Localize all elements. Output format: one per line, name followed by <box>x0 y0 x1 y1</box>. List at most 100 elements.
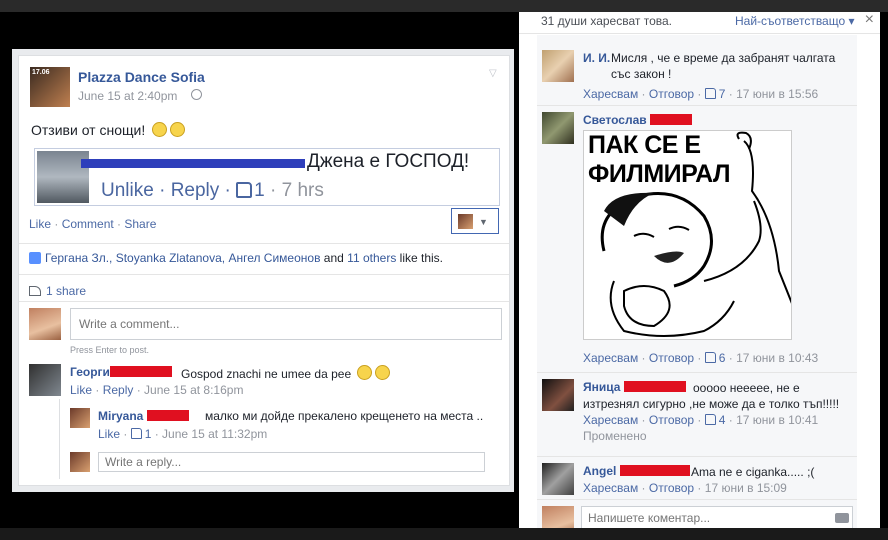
reply-thread-line <box>59 399 60 479</box>
reply-avatar[interactable] <box>70 408 90 428</box>
shares-count: 1 share <box>46 284 87 298</box>
screenshot-comment-text: Джена е ГОСПОД! <box>307 151 470 172</box>
comment-time[interactable]: 17 юни в 15:56 <box>736 87 818 101</box>
page-avatar[interactable]: 17.06 <box>30 67 70 107</box>
sort-dropdown[interactable]: Най-съответстващо ▾ <box>735 14 855 28</box>
divider <box>19 243 509 244</box>
comment-like-link[interactable]: Харесвам <box>583 413 638 427</box>
redaction-bar <box>109 366 172 377</box>
thumbs-up-icon <box>704 88 716 99</box>
screenshot-time: 7 hrs <box>281 180 324 201</box>
divider <box>19 274 509 275</box>
reply-author-name[interactable]: Miryana <box>98 409 189 423</box>
comment-meta: Харесвам · Отговор · 6 · 17 юни в 10:43 <box>583 351 819 365</box>
reply-field[interactable] <box>99 453 484 471</box>
post-timestamp[interactable]: June 15 at 2:40pm <box>78 89 177 103</box>
likes-and: and <box>323 251 344 265</box>
comment-reply-link[interactable]: Отговор <box>649 413 694 427</box>
background-bottom <box>0 528 888 540</box>
page-name-link[interactable]: Plazza Dance Sofia <box>78 69 205 85</box>
comment-time[interactable]: 17 юни в 15:09 <box>705 481 787 495</box>
comment-text: Ama ne e ciganka..... ;( <box>691 465 815 479</box>
viewer-selector-button[interactable]: ▼ <box>451 208 499 234</box>
edited-label[interactable]: Променено <box>583 429 647 443</box>
comment-like-link[interactable]: Харесвам <box>583 351 638 365</box>
commenter-name[interactable]: Георги <box>70 365 172 379</box>
thumbs-up-icon <box>130 428 142 439</box>
comment-like-count[interactable]: 4 <box>719 413 726 427</box>
commenter-avatar[interactable] <box>542 379 574 411</box>
commenter-name[interactable]: Светослав <box>583 113 692 127</box>
comment-like-count[interactable]: 6 <box>719 351 726 365</box>
divider <box>537 499 857 500</box>
redaction-bar <box>619 465 690 476</box>
commenter-avatar[interactable] <box>542 50 574 82</box>
thumbs-up-icon <box>236 182 253 198</box>
reply-meta: Like · 1 · June 15 at 11:32pm <box>98 427 268 441</box>
comment-time[interactable]: June 15 at 8:16pm <box>144 383 243 397</box>
comment-meta: Харесвам · Отговор · 17 юни в 15:09 <box>583 481 787 495</box>
thumbs-up-icon <box>704 352 716 363</box>
like-link[interactable]: Like <box>29 217 51 231</box>
comment-reply-link[interactable]: Reply <box>103 383 134 397</box>
screenshot-actions: Unlike · Reply · 1 · 7 hrs <box>101 180 324 201</box>
reply-input-avatar <box>70 452 90 472</box>
divider <box>537 105 857 106</box>
comment-thread: И. И. Мисля , че е време да забранят чал… <box>537 35 857 538</box>
current-user-avatar <box>29 308 61 340</box>
embedded-screenshot[interactable]: Джена е ГОСПОД! Unlike · Reply · 1 · 7 h… <box>34 148 500 206</box>
commenter-avatar[interactable] <box>542 112 574 144</box>
thumbs-up-icon <box>704 414 716 425</box>
comment-meta: Харесвам · Отговор · 4 · 17 юни в 10:41 <box>583 413 819 427</box>
commenter-name[interactable]: Angel <box>583 464 690 478</box>
commenter-name-text: Светослав <box>583 113 647 127</box>
reply-author-name-text: Miryana <box>98 409 144 423</box>
commenter-name-text: Angel <box>583 464 617 478</box>
comment-reply-link[interactable]: Отговор <box>649 87 694 101</box>
camera-icon[interactable] <box>835 513 849 523</box>
reply-time[interactable]: June 15 at 11:32pm <box>162 427 267 441</box>
comment-input[interactable] <box>70 308 502 340</box>
post-status-text: Отзиви от снощи! <box>31 122 186 138</box>
panel-comment-input[interactable] <box>581 506 853 530</box>
close-icon[interactable]: × <box>865 11 874 29</box>
comment-like-count[interactable]: 7 <box>719 87 726 101</box>
commenter-avatar[interactable] <box>29 364 61 396</box>
comment-reply-link[interactable]: Отговор <box>649 351 694 365</box>
comment-field[interactable] <box>71 309 501 339</box>
comment-reply-link[interactable]: Отговор <box>649 481 694 495</box>
comment-text-content: Gospod znachi ne umee da pee <box>181 367 352 381</box>
enter-hint: Press Enter to post. <box>70 345 150 355</box>
post-container: 17.06 Plazza Dance Sofia June 15 at 2:40… <box>12 49 514 492</box>
comment-link[interactable]: Comment <box>62 217 114 231</box>
panel-header: 31 души харесват това. Най-съответстващо… <box>519 12 880 34</box>
comments-panel: 31 души харесват това. Най-съответстващо… <box>519 11 880 538</box>
commenter-avatar[interactable] <box>542 463 574 495</box>
panel-comment-field[interactable] <box>582 507 852 529</box>
commenter-name[interactable]: И. И. <box>583 51 610 65</box>
shares-link[interactable]: 1 share <box>29 284 86 298</box>
comment-time[interactable]: 17 юни в 10:43 <box>736 351 818 365</box>
chevron-down-icon[interactable]: ▽ <box>489 68 501 80</box>
smile-emoji-icon <box>357 365 373 380</box>
comment-like-link[interactable]: Like <box>70 383 92 397</box>
thumbs-up-icon <box>29 252 41 264</box>
reply-like-count[interactable]: 1 <box>145 427 152 441</box>
meme-image[interactable]: ПАК СЕ Е ФИЛМИРАЛ <box>583 130 792 340</box>
grin-emoji-icon <box>170 122 186 137</box>
reply-like-link[interactable]: Like <box>98 427 120 441</box>
viewer-avatar <box>458 214 473 229</box>
comment-time[interactable]: 17 юни в 10:41 <box>736 413 818 427</box>
background-top <box>0 0 888 12</box>
likers-link[interactable]: Гергана Зл., Stoyanka Zlatanova, Ангел С… <box>45 251 320 265</box>
smile-emoji-icon <box>152 122 168 137</box>
comment-like-link[interactable]: Харесвам <box>583 87 638 101</box>
comment-meta: Харесвам · Отговор · 7 · 17 юни в 15:56 <box>583 87 819 101</box>
post-card: 17.06 Plazza Dance Sofia June 15 at 2:40… <box>18 55 510 486</box>
others-link[interactable]: 11 others <box>347 251 396 265</box>
reply-input[interactable] <box>98 452 485 472</box>
likes-count-text[interactable]: 31 души харесват това. <box>541 14 672 28</box>
redaction-bar <box>81 159 305 168</box>
share-link[interactable]: Share <box>124 217 156 231</box>
comment-like-link[interactable]: Харесвам <box>583 481 638 495</box>
